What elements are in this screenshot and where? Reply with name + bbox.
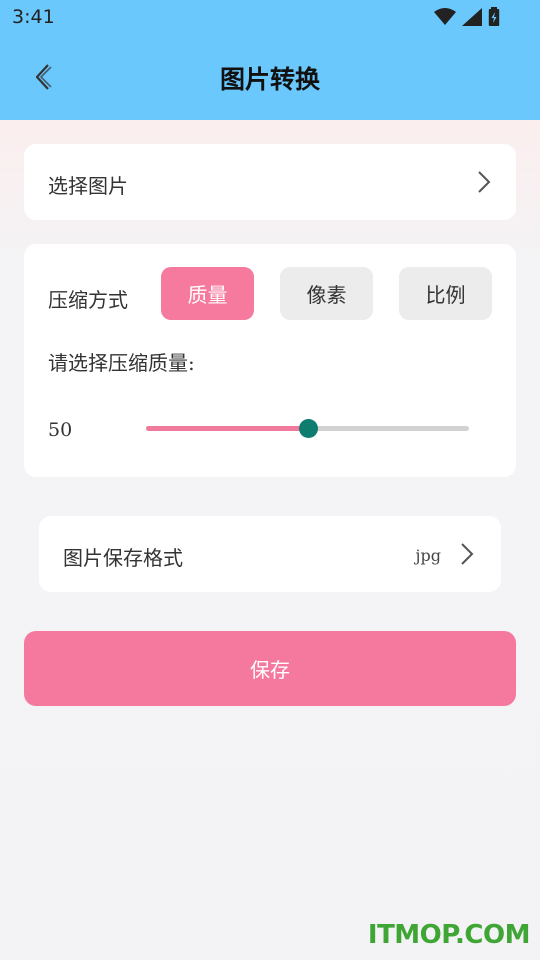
compression-card: 压缩方式 质量 像素 比例 请选择压缩质量: 50	[24, 244, 516, 477]
select-image-row[interactable]: 选择图片	[24, 144, 516, 220]
nav-bar: 图片转换	[0, 50, 540, 106]
compression-mode-label: 压缩方式	[48, 288, 128, 312]
mode-button-ratio[interactable]: 比例	[399, 267, 492, 320]
mode-button-quality[interactable]: 质量	[161, 267, 254, 320]
quality-prompt: 请选择压缩质量:	[48, 351, 195, 375]
quality-slider[interactable]	[146, 419, 469, 438]
app-header: 3:41 图片转换	[0, 0, 540, 120]
select-image-label: 选择图片	[48, 174, 128, 198]
status-icons	[434, 7, 500, 27]
chevron-right-icon	[478, 171, 491, 193]
battery-charging-icon	[488, 7, 500, 26]
watermark-logo: ITMOP.COM	[367, 920, 531, 950]
chevron-right-icon	[461, 543, 474, 565]
mode-button-pixel[interactable]: 像素	[280, 267, 373, 320]
save-button[interactable]: 保存	[24, 631, 516, 706]
status-time: 3:41	[12, 6, 55, 28]
slider-fill	[146, 426, 308, 431]
save-format-label: 图片保存格式	[63, 546, 183, 570]
save-format-value: jpg	[415, 546, 441, 565]
slider-value: 50	[48, 419, 73, 441]
signal-icon	[462, 8, 482, 26]
wifi-icon	[434, 8, 456, 25]
page-title: 图片转换	[219, 65, 320, 94]
save-format-row[interactable]: 图片保存格式 jpg	[39, 516, 501, 592]
slider-thumb[interactable]	[298, 419, 318, 438]
status-bar: 3:41	[0, 0, 540, 36]
